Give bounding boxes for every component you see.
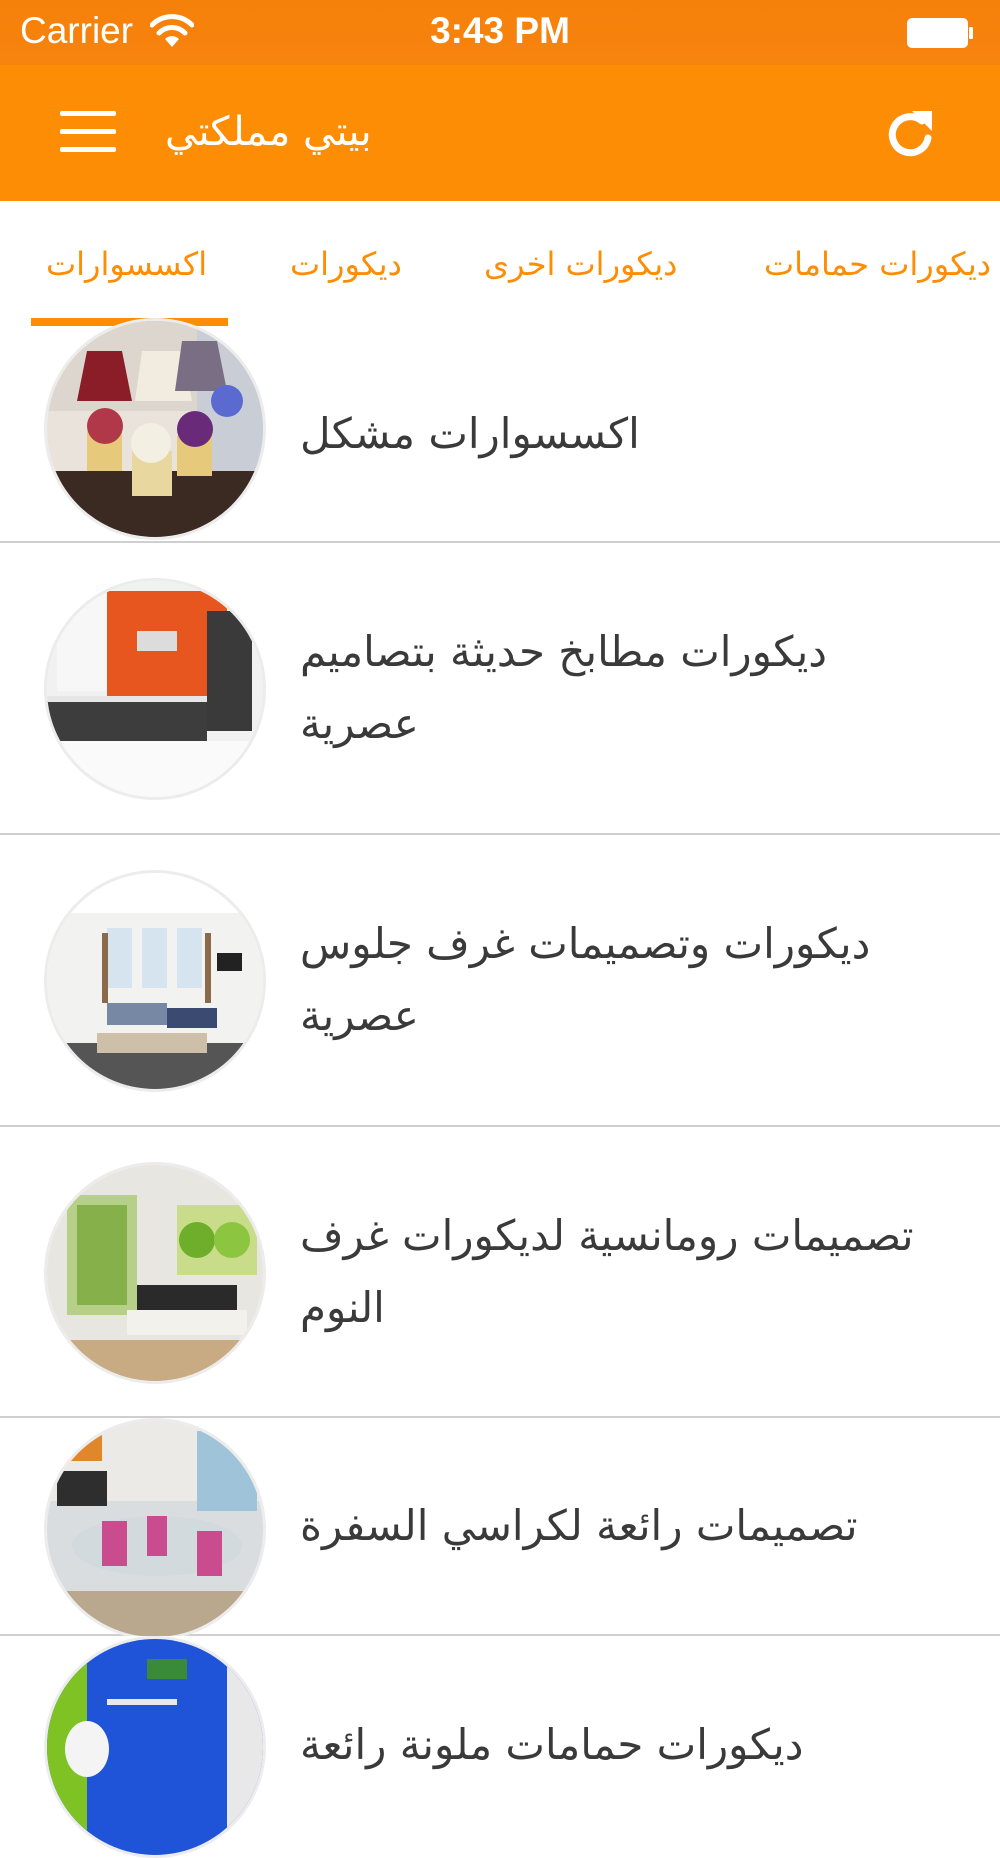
list-item[interactable]: تصميمات رائعة لكراسي السفرة — [0, 1418, 1000, 1640]
article-thumbnail — [44, 1418, 266, 1640]
article-thumbnail — [44, 578, 266, 800]
menu-button[interactable] — [56, 107, 120, 157]
article-title: ديكورات وتصميمات غرف جلوس عصرية — [300, 919, 871, 1040]
tab-bathroom-decorations[interactable]: ديكورات حمامات — [764, 245, 991, 283]
article-title: تصميمات رائعة لكراسي السفرة — [300, 1501, 858, 1550]
list-item[interactable]: تصميمات رومانسية لديكورات غرف النوم — [0, 1127, 1000, 1418]
navigation-bar: بيتي مملكتي — [0, 65, 1000, 201]
list-item[interactable]: ديكورات مطابخ حديثة بتصاميم عصرية — [0, 543, 1000, 835]
list-item[interactable]: ديكورات وتصميمات غرف جلوس عصرية — [0, 835, 1000, 1127]
list-item[interactable]: ديكورات حمامات ملونة رائعة — [0, 1636, 1000, 1858]
tab-other-decorations[interactable]: ديكورات اخرى — [484, 245, 677, 283]
article-thumbnail — [44, 870, 266, 1092]
hamburger-icon — [60, 111, 116, 116]
article-title: اكسسوارات مشكل — [300, 409, 640, 458]
clock: 3:43 PM — [430, 10, 570, 51]
list-item[interactable]: اكسسوارات مشكل — [0, 318, 1000, 543]
app-screen: Carrier 3:43 PM بيتي مملكتي اكسسوارات دي… — [0, 0, 1000, 1858]
page-title: بيتي مملكتي — [165, 109, 372, 155]
article-title: تصميمات رومانسية لديكورات غرف النوم — [300, 1211, 914, 1332]
battery-icon — [907, 18, 973, 48]
refresh-icon[interactable] — [882, 105, 940, 163]
article-thumbnail — [44, 1636, 266, 1858]
tab-decorations[interactable]: ديكورات — [290, 245, 402, 283]
article-title: ديكورات حمامات ملونة رائعة — [300, 1720, 804, 1769]
category-tabs: اكسسوارات ديكورات ديكورات اخرى ديكورات ح… — [0, 201, 1000, 327]
article-title: ديكورات مطابخ حديثة بتصاميم عصرية — [300, 627, 827, 748]
tab-accessories[interactable]: اكسسوارات — [46, 245, 207, 283]
article-thumbnail — [44, 318, 266, 540]
article-thumbnail — [44, 1162, 266, 1384]
status-bar: Carrier 3:43 PM — [0, 0, 1000, 65]
